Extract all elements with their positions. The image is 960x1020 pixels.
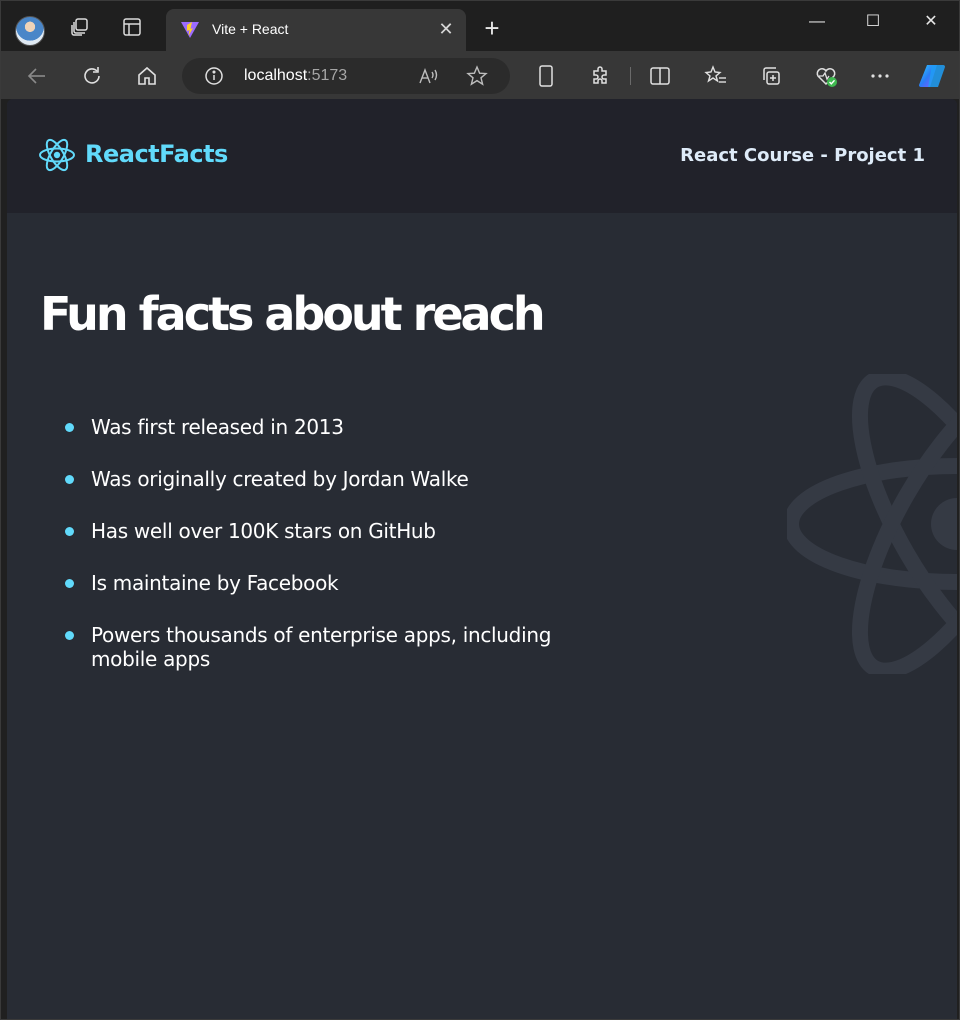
url-text[interactable]: localhost:5173 <box>244 67 347 85</box>
read-aloud-icon[interactable] <box>418 66 440 86</box>
fact-text: Has well over 100K stars on GitHub <box>91 519 436 543</box>
facts-list: Was first released in 2013 Was originall… <box>65 415 585 699</box>
favorite-star-icon[interactable] <box>466 65 488 87</box>
bullet <box>65 423 74 432</box>
new-tab-button[interactable]: + <box>481 15 503 41</box>
close-window-button[interactable]: ✕ <box>911 9 951 35</box>
url-port: :5173 <box>307 67 348 84</box>
vite-favicon <box>181 22 199 38</box>
back-icon[interactable] <box>24 63 50 89</box>
more-icon[interactable] <box>867 63 893 89</box>
page-heading: Fun facts about reach <box>40 287 546 341</box>
fact-text: Is maintaine by Facebook <box>91 571 339 595</box>
bullet <box>65 527 74 536</box>
bullet <box>65 579 74 588</box>
split-screen-icon[interactable] <box>647 63 673 89</box>
react-logo-background-icon <box>787 374 957 674</box>
favorites-icon[interactable] <box>703 63 729 89</box>
fact-text: Was first released in 2013 <box>91 415 344 439</box>
list-item: Is maintaine by Facebook <box>65 571 585 595</box>
navbar: ReactFacts React Course - Project 1 <box>7 99 957 213</box>
bullet <box>65 631 74 640</box>
browser-toolbar: localhost:5173 <box>1 51 959 99</box>
list-item: Powers thousands of enterprise apps, inc… <box>65 623 585 671</box>
tab-active[interactable]: Vite + React ✕ <box>166 9 466 51</box>
profile-avatar[interactable] <box>15 16 45 46</box>
toolbar-separator <box>630 67 631 85</box>
tab-actions-icon[interactable] <box>120 15 144 39</box>
tab-strip: Vite + React ✕ + — ☐ ✕ <box>1 1 959 51</box>
collections-icon[interactable] <box>758 63 784 89</box>
brand-name: ReactFacts <box>85 140 228 168</box>
tab-title: Vite + React <box>212 21 289 37</box>
home-icon[interactable] <box>134 63 160 89</box>
bullet <box>65 475 74 484</box>
list-item: Has well over 100K stars on GitHub <box>65 519 585 543</box>
refresh-icon[interactable] <box>79 63 105 89</box>
workspaces-icon[interactable] <box>68 15 92 39</box>
react-logo-icon <box>39 138 75 172</box>
list-item: Was first released in 2013 <box>65 415 585 439</box>
list-item: Was originally created by Jordan Walke <box>65 467 585 491</box>
info-icon[interactable] <box>204 66 224 86</box>
fact-text: Was originally created by Jordan Walke <box>91 467 469 491</box>
extensions-icon[interactable] <box>588 63 614 89</box>
browser-window: Vite + React ✕ + — ☐ ✕ localhost:5173 Re… <box>0 0 960 1020</box>
url-host: localhost <box>244 67 308 84</box>
tab-close-button[interactable]: ✕ <box>436 19 456 39</box>
browser-essentials-icon[interactable] <box>813 63 839 89</box>
fact-text: Powers thousands of enterprise apps, inc… <box>91 623 552 671</box>
minimize-button[interactable]: — <box>797 9 837 35</box>
copilot-icon[interactable] <box>917 63 949 89</box>
maximize-button[interactable]: ☐ <box>853 9 893 35</box>
page-viewport: ReactFacts React Course - Project 1 Fun … <box>7 99 957 1019</box>
device-icon[interactable] <box>533 63 559 89</box>
nav-course-title: React Course - Project 1 <box>680 145 925 166</box>
address-bar[interactable]: localhost:5173 <box>182 58 510 94</box>
